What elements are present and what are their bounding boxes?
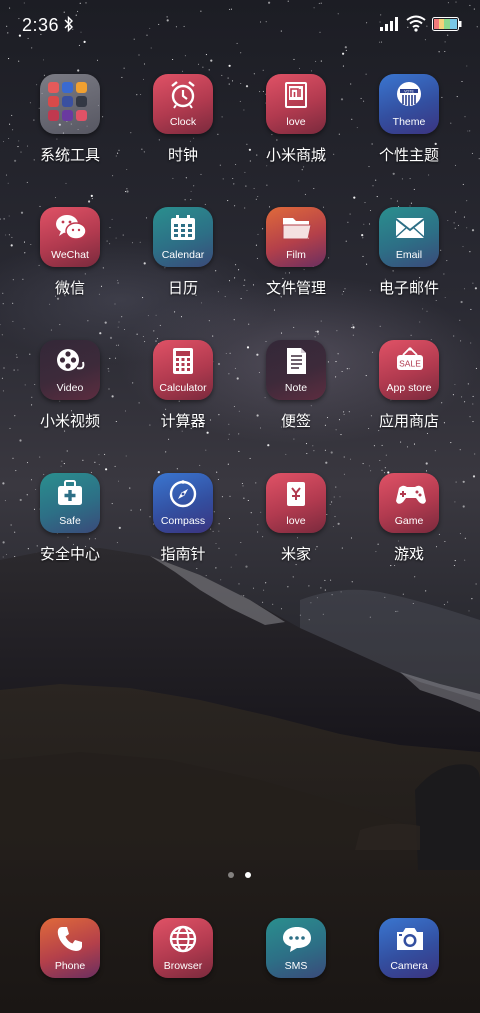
- app-security[interactable]: Safe 安全中心: [15, 473, 125, 585]
- icon-caption: SMS: [284, 960, 308, 972]
- app-app-store[interactable]: SALE App store 应用商店: [354, 340, 464, 452]
- wifi-icon: [406, 14, 426, 37]
- icon-caption: Note: [284, 382, 308, 394]
- icon-caption: Clock: [169, 116, 197, 128]
- folder-mini-app-icon: [76, 110, 87, 121]
- icon-caption: Calendar: [161, 249, 205, 261]
- folder-mini-app-icon: [48, 82, 59, 93]
- app-store-app-icon[interactable]: SALE App store: [379, 340, 439, 400]
- app-game[interactable]: Game 游戏: [354, 473, 464, 585]
- folder-mini-app-icon: [62, 82, 73, 93]
- app-folder-system-tools[interactable]: 系统工具: [15, 74, 125, 186]
- app-name-label: 便签: [280, 413, 311, 430]
- app-calendar[interactable]: Calendar 日历: [128, 207, 238, 319]
- app-name-label: 小米商城: [265, 147, 326, 164]
- phone-app-icon[interactable]: Phone: [40, 918, 100, 978]
- folder-system-tools-app-icon[interactable]: [40, 74, 100, 134]
- app-name-label: 系统工具: [39, 147, 100, 164]
- icon-caption: Email: [395, 249, 423, 261]
- app-video[interactable]: Video 小米视频: [15, 340, 125, 452]
- app-name-label: 微信: [54, 280, 85, 297]
- icon-caption: Game: [394, 515, 424, 527]
- app-theme[interactable]: VOTE Theme 个性主题: [354, 74, 464, 186]
- icon-caption: Camera: [390, 960, 428, 972]
- page-indicator[interactable]: [0, 868, 480, 882]
- app-name-label: 指南针: [160, 546, 206, 563]
- icon-caption: WeChat: [51, 249, 89, 261]
- sms-app-icon[interactable]: SMS: [266, 918, 326, 978]
- app-name-label: 时钟: [167, 147, 198, 164]
- svg-text:VOTE: VOTE: [404, 89, 414, 93]
- browser-app-icon[interactable]: Browser: [153, 918, 213, 978]
- app-name-label: 个性主题: [378, 147, 439, 164]
- app-wechat[interactable]: WeChat 微信: [15, 207, 125, 319]
- icon-caption: Calculator: [159, 382, 207, 394]
- clock-app-icon[interactable]: Clock: [153, 74, 213, 134]
- app-name-label: 安全中心: [39, 546, 100, 563]
- app-name-label: 游戏: [393, 546, 424, 563]
- dock-app-sms[interactable]: SMS: [241, 918, 351, 998]
- app-name-label: 米家: [280, 546, 311, 563]
- app-clock[interactable]: Clock 时钟: [128, 74, 238, 186]
- app-compass[interactable]: Compass 指南针: [128, 473, 238, 585]
- icon-caption: Phone: [54, 960, 86, 972]
- mi-home-app-icon[interactable]: love: [266, 473, 326, 533]
- calendar-app-icon[interactable]: Calendar: [153, 207, 213, 267]
- mi-store-app-icon[interactable]: love: [266, 74, 326, 134]
- icon-caption: love: [286, 515, 306, 527]
- status-time: 2:36: [22, 15, 60, 35]
- page-dot-1[interactable]: [228, 872, 234, 878]
- app-name-label: 应用商店: [378, 413, 439, 430]
- icon-caption: Compass: [160, 515, 206, 527]
- app-name-label: 文件管理: [265, 280, 326, 297]
- calculator-app-icon[interactable]: Calculator: [153, 340, 213, 400]
- app-calculator[interactable]: Calculator 计算器: [128, 340, 238, 452]
- dock-app-phone[interactable]: Phone: [15, 918, 125, 998]
- dock-app-browser[interactable]: Browser: [128, 918, 238, 998]
- bluetooth-icon: [64, 15, 74, 37]
- video-app-icon[interactable]: Video: [40, 340, 100, 400]
- app-notes[interactable]: Note 便签: [241, 340, 351, 452]
- app-name-label: 电子邮件: [378, 280, 439, 297]
- email-app-icon[interactable]: Email: [379, 207, 439, 267]
- icon-caption: Film: [286, 249, 306, 261]
- signal-strength-icon: [380, 17, 400, 36]
- security-app-icon[interactable]: Safe: [40, 473, 100, 533]
- app-mi-home[interactable]: love 米家: [241, 473, 351, 585]
- folder-mini-app-icon: [48, 110, 59, 121]
- app-files[interactable]: Film 文件管理: [241, 207, 351, 319]
- files-app-icon[interactable]: Film: [266, 207, 326, 267]
- app-mi-store[interactable]: love 小米商城: [241, 74, 351, 186]
- folder-mini-app-icon: [48, 96, 59, 107]
- wechat-app-icon[interactable]: WeChat: [40, 207, 100, 267]
- dock-app-camera[interactable]: Camera: [354, 918, 464, 998]
- app-name-label: 日历: [167, 280, 198, 297]
- status-bar: 2:36: [0, 0, 480, 50]
- app-email[interactable]: Email 电子邮件: [354, 207, 464, 319]
- icon-caption: Browser: [163, 960, 203, 972]
- svg-text:SALE: SALE: [399, 359, 421, 369]
- folder-mini-app-icon: [76, 82, 87, 93]
- compass-app-icon[interactable]: Compass: [153, 473, 213, 533]
- icon-caption: Video: [56, 382, 84, 394]
- game-app-icon[interactable]: Game: [379, 473, 439, 533]
- app-name-label: 计算器: [160, 413, 206, 430]
- page-dot-2-active[interactable]: [245, 872, 251, 878]
- battery-icon: [432, 17, 462, 36]
- folder-mini-app-icon: [62, 96, 73, 107]
- camera-app-icon[interactable]: Camera: [379, 918, 439, 978]
- folder-mini-app-icon: [76, 96, 87, 107]
- icon-caption: love: [286, 116, 306, 128]
- notes-app-icon[interactable]: Note: [266, 340, 326, 400]
- icon-caption: Theme: [392, 116, 426, 128]
- icon-caption: App store: [386, 382, 432, 394]
- icon-caption: Safe: [59, 515, 81, 527]
- app-name-label: 小米视频: [39, 413, 100, 430]
- theme-app-icon[interactable]: VOTE Theme: [379, 74, 439, 134]
- folder-mini-app-icon: [62, 110, 73, 121]
